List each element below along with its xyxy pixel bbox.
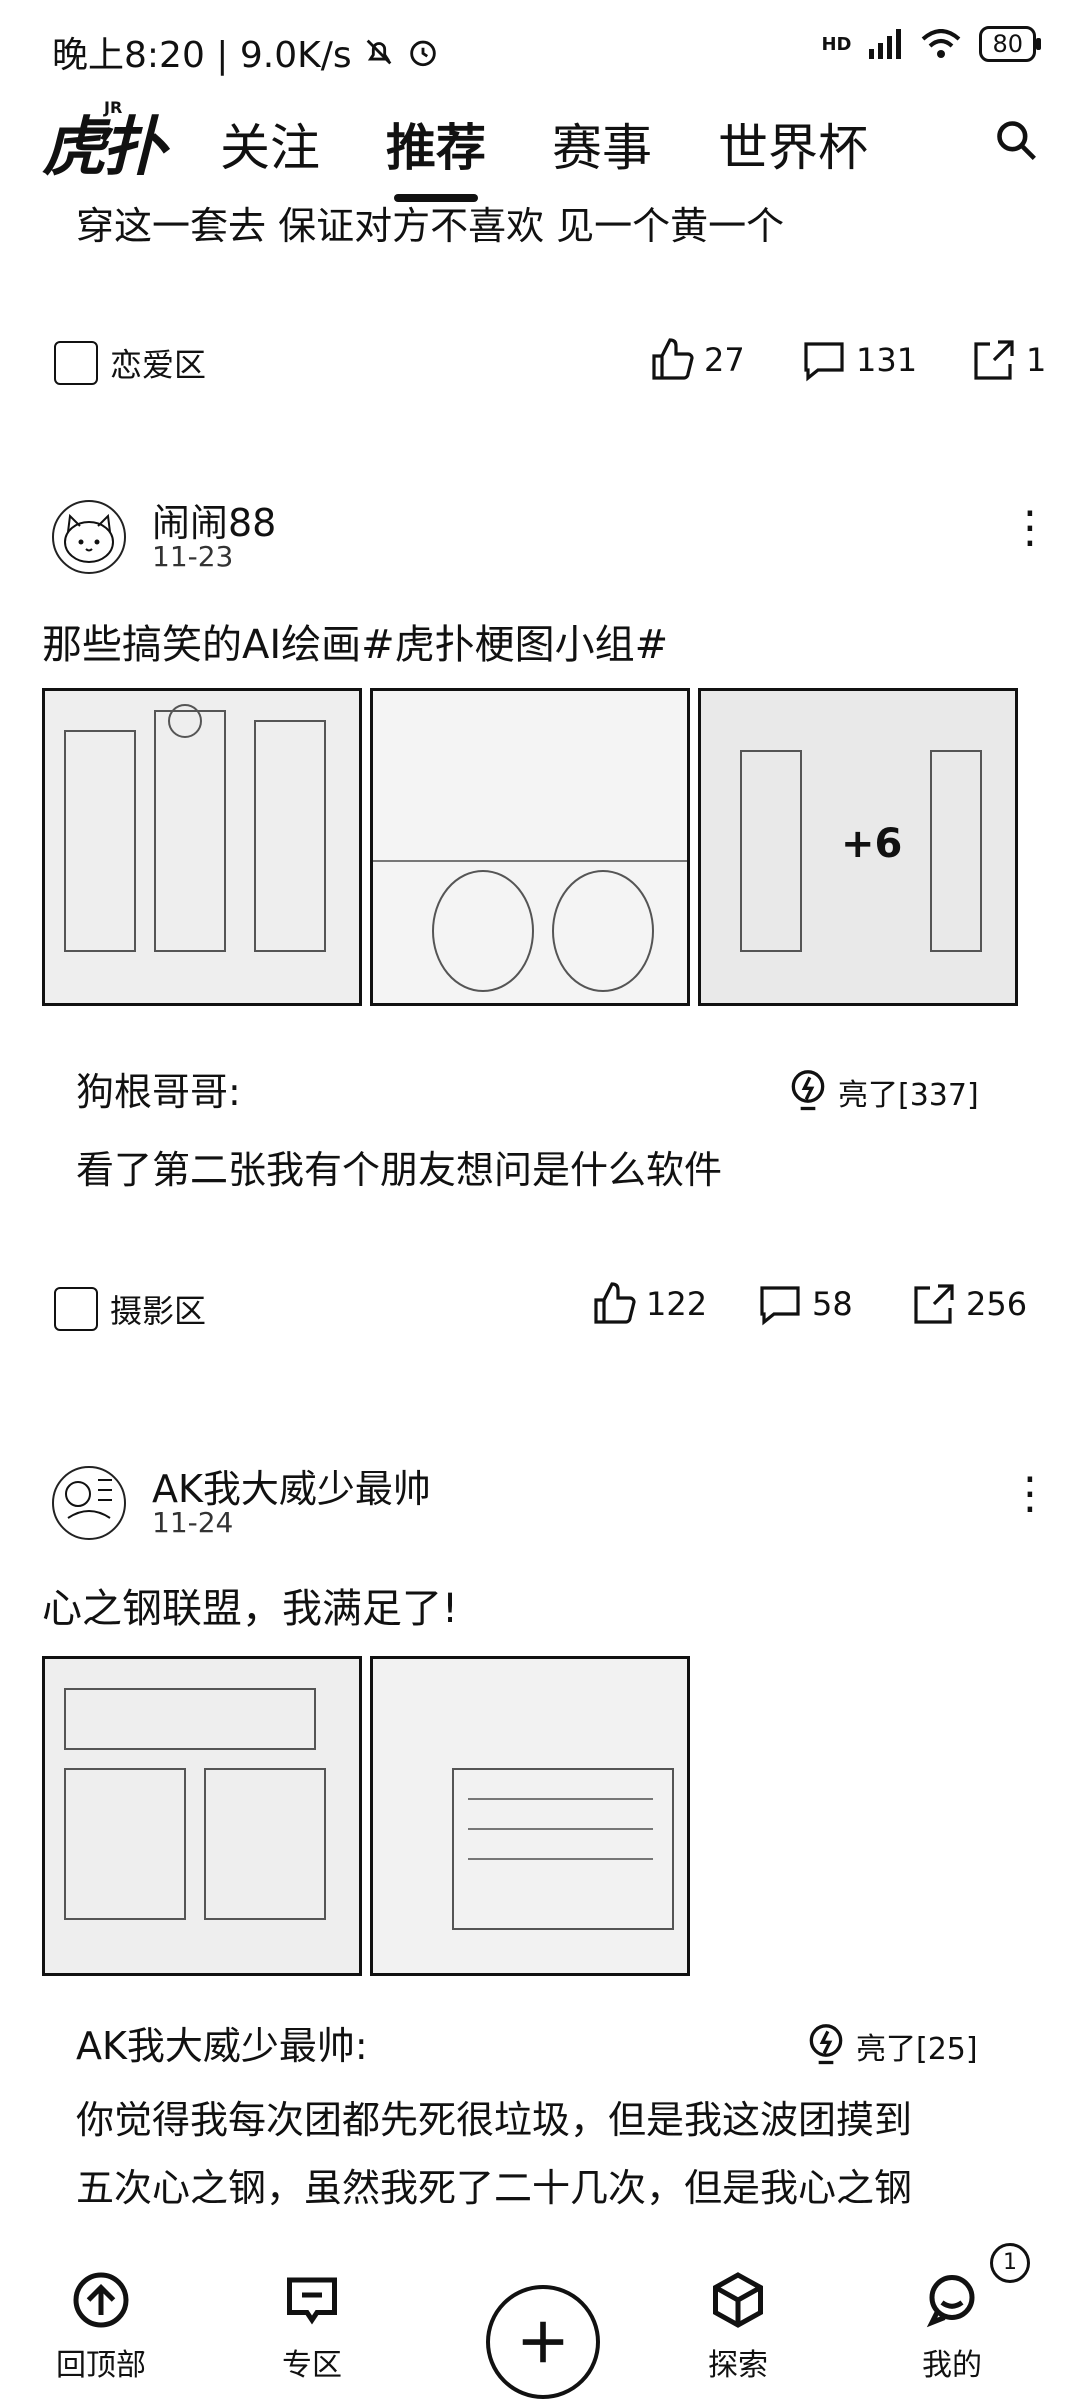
post-date: 11-24	[152, 1506, 234, 1539]
image-placeholder	[45, 691, 359, 1003]
bottom-explore[interactable]: 探索	[708, 2270, 768, 2384]
image-placeholder	[373, 1659, 687, 1973]
lit-count[interactable]: 亮了[337]	[786, 1068, 979, 1116]
avatar[interactable]	[52, 500, 126, 574]
bottom-zone[interactable]: 专区	[282, 2270, 342, 2384]
thumbs-up-icon	[652, 338, 694, 380]
zone-label: 恋爱区	[110, 346, 207, 384]
share-count: 1	[1026, 341, 1047, 379]
lit-count[interactable]: 亮了[25]	[804, 2022, 978, 2070]
post-create-button[interactable]	[486, 2285, 600, 2399]
signal-icon	[869, 29, 902, 59]
share-button[interactable]: 1	[970, 336, 1046, 384]
zone-tag[interactable]: 恋爱区	[54, 340, 206, 386]
like-button[interactable]: 122	[590, 1280, 707, 1328]
bottom-mine[interactable]: 我的	[922, 2270, 982, 2384]
post-title[interactable]: 心之钢联盟，我满足了!	[42, 1576, 458, 1634]
logo-text: 虎扑	[42, 111, 166, 185]
network-label: HD	[821, 33, 852, 55]
hot-comment-line-2[interactable]: 五次心之钢，虽然我死了二十几次，但是我心之钢	[76, 2158, 912, 2218]
cat-avatar-icon	[64, 513, 114, 563]
lightbulb-icon	[809, 2024, 843, 2065]
tab-recommend[interactable]: 推荐	[386, 108, 486, 202]
post-image-1[interactable]	[42, 1656, 362, 1976]
comment-button[interactable]: 58	[756, 1280, 853, 1328]
camera-icon	[54, 1287, 98, 1331]
like-count: 122	[646, 1285, 708, 1323]
like-button[interactable]: 27	[648, 336, 745, 384]
share-icon	[914, 1284, 954, 1324]
zone-tag[interactable]: 摄影区	[54, 1286, 206, 1332]
comment-icon	[804, 342, 844, 382]
hot-comment-user[interactable]: 狗根哥哥:	[76, 1062, 241, 1122]
share-count: 256	[966, 1285, 1028, 1323]
alarm-icon	[409, 40, 436, 67]
status-bar-right: HD 80	[821, 26, 1041, 62]
hot-comment-user[interactable]: AK我大威少最帅:	[76, 2016, 368, 2076]
username[interactable]: AK我大威少最帅	[152, 1458, 431, 1513]
lit-label: 亮了[25]	[856, 2032, 978, 2067]
arrow-up-circle-icon	[73, 2272, 129, 2328]
tab-world-cup[interactable]: 世界杯	[718, 108, 868, 180]
image-placeholder	[45, 1659, 359, 1973]
thumbs-up-icon	[594, 1282, 636, 1324]
bottom-mine-label: 我的	[922, 2348, 982, 2383]
status-bar-left: 晚上8:20 | 9.0K/s	[52, 26, 440, 78]
zone-label: 摄影区	[110, 1292, 207, 1330]
more-images-count: +6	[841, 821, 903, 867]
doodle-avatar-icon	[65, 1479, 112, 1519]
comment-icon	[760, 1286, 800, 1326]
bottom-zone-label: 专区	[282, 2348, 342, 2383]
notification-badge: 1	[990, 2243, 1030, 2283]
more-vertical-icon[interactable]: ⋮	[1008, 506, 1052, 550]
post-image-2[interactable]	[370, 688, 690, 1006]
top-tabs: 关注 推荐 赛事 世界杯	[220, 108, 868, 202]
share-button[interactable]: 256	[910, 1280, 1027, 1328]
tab-matches[interactable]: 赛事	[552, 108, 652, 180]
wifi-icon	[922, 29, 961, 58]
zone-icon	[54, 341, 98, 385]
tab-follow[interactable]: 关注	[220, 108, 320, 180]
comment-count: 58	[812, 1285, 853, 1323]
avatar[interactable]	[52, 1466, 126, 1540]
cube-icon	[713, 2272, 763, 2328]
post-image-2[interactable]	[370, 1656, 690, 1976]
bottom-explore-label: 探索	[708, 2348, 768, 2383]
bottom-back-top[interactable]: 回顶部	[56, 2270, 146, 2384]
post-date: 11-23	[152, 540, 234, 573]
post-image-1[interactable]	[42, 688, 362, 1006]
profile-chat-icon	[926, 2275, 975, 2328]
zone-chat-icon	[287, 2277, 337, 2325]
comment-button[interactable]: 131	[800, 336, 917, 384]
like-count: 27	[704, 341, 745, 379]
mute-icon	[366, 39, 391, 65]
lit-label: 亮了[337]	[838, 1078, 979, 1113]
bottom-back-top-label: 回顶部	[56, 2348, 146, 2383]
comment-count: 131	[856, 341, 918, 379]
post-title[interactable]: 那些搞笑的AI绘画#虎扑梗图小组#	[42, 612, 668, 670]
post-image-3[interactable]: +6	[698, 688, 1018, 1006]
status-time-speed: 晚上8:20 | 9.0K/s	[52, 35, 352, 76]
hot-comment-line-1[interactable]: 你觉得我每次团都先死很垃圾，但是我这波团摸到	[76, 2090, 912, 2150]
post-text[interactable]: 穿这一套去 保证对方不喜欢 见一个黄一个	[76, 195, 784, 250]
logo-sup: JR	[104, 98, 123, 117]
share-icon	[974, 340, 1014, 380]
image-placeholder	[373, 691, 687, 1003]
battery-indicator: 80	[979, 26, 1041, 62]
search-icon[interactable]	[994, 118, 1038, 162]
username[interactable]: 闹闹88	[152, 492, 276, 547]
plus-icon	[522, 2321, 564, 2363]
app-logo[interactable]: 虎扑 JR	[42, 96, 166, 188]
lightbulb-icon	[791, 1070, 825, 1111]
more-vertical-icon[interactable]: ⋮	[1008, 1472, 1052, 1516]
hot-comment-text[interactable]: 看了第二张我有个朋友想问是什么软件	[76, 1140, 722, 1200]
